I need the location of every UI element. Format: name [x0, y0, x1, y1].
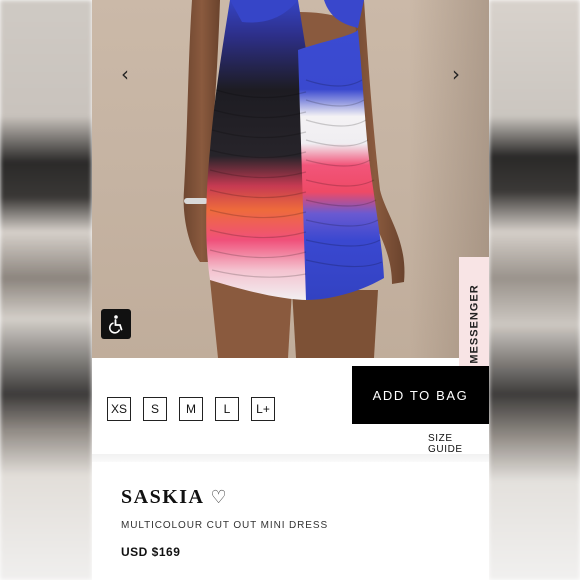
size-option-l-plus[interactable]: L+ [251, 397, 275, 421]
chevron-left-icon[interactable]: ‹ [115, 62, 135, 86]
add-to-bag-button[interactable]: ADD TO BAG [352, 366, 489, 424]
size-option-m[interactable]: M [179, 397, 203, 421]
accessibility-button[interactable] [101, 309, 131, 339]
size-option-s[interactable]: S [143, 397, 167, 421]
product-page: ‹ › MESSENGER XS S M L L+ ADD TO BAG SIZ… [92, 0, 489, 580]
wheelchair-accessibility-icon [109, 315, 123, 334]
size-option-xs[interactable]: XS [107, 397, 131, 421]
product-image[interactable]: ‹ › [92, 0, 489, 358]
background-blur-right [489, 0, 580, 580]
background-blur-left [0, 0, 92, 580]
product-name: SASKIA [121, 486, 205, 508]
section-divider [92, 454, 489, 462]
product-title-row: SASKIA ♡ [121, 486, 227, 509]
product-price: USD $169 [121, 545, 181, 559]
chevron-right-icon[interactable]: › [446, 62, 466, 86]
heart-outline-icon[interactable]: ♡ [210, 488, 226, 507]
messenger-label: MESSENGER [468, 283, 481, 364]
size-option-l[interactable]: L [215, 397, 239, 421]
size-selector: XS S M L L+ [107, 397, 275, 421]
product-subtitle: MULTICOLOUR CUT OUT MINI DRESS [121, 520, 329, 531]
